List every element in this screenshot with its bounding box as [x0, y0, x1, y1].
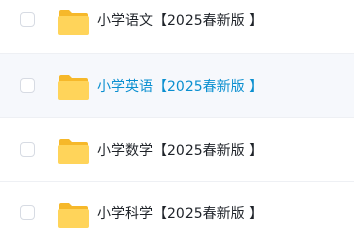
file-list: 小学语文【2025春新版 】 小学英语【2025春新版 】 小学数学【2025春…: [0, 0, 354, 245]
row-checkbox[interactable]: [20, 12, 35, 27]
file-row[interactable]: 小学英语【2025春新版 】: [0, 54, 354, 118]
file-row[interactable]: 小学数学【2025春新版 】: [0, 118, 354, 182]
file-row[interactable]: 小学科学【2025春新版 】: [0, 182, 354, 245]
folder-icon: [58, 139, 89, 164]
folder-icon: [58, 203, 89, 228]
file-name: 小学数学【2025春新版 】: [97, 143, 264, 159]
file-name[interactable]: 小学英语【2025春新版 】: [97, 77, 263, 97]
file-name: 小学科学【2025春新版 】: [97, 206, 264, 222]
row-checkbox[interactable]: [20, 78, 35, 93]
row-checkbox[interactable]: [20, 205, 35, 220]
row-checkbox[interactable]: [20, 142, 35, 157]
folder-icon: [58, 75, 89, 100]
folder-icon: [58, 10, 89, 35]
file-name: 小学语文【2025春新版 】: [97, 13, 264, 29]
file-row[interactable]: 小学语文【2025春新版 】: [0, 0, 354, 54]
